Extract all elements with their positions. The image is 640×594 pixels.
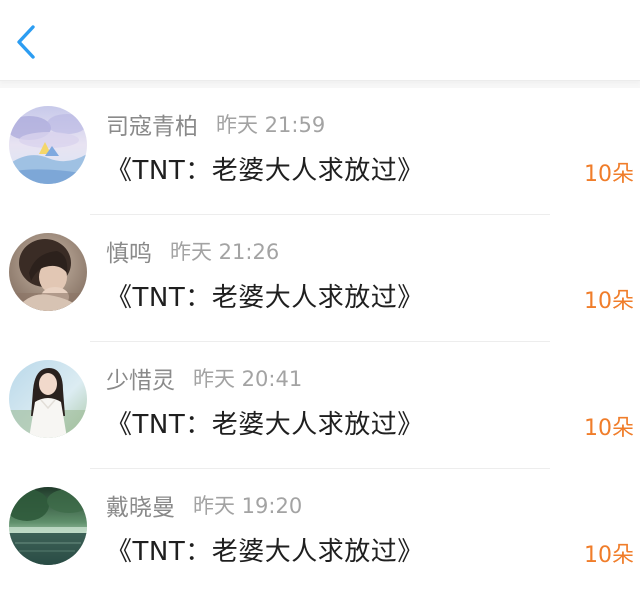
top-navigation-bar <box>0 0 640 81</box>
user-info-line: 戴晓曼 昨天 19:20 <box>106 489 302 521</box>
chevron-left-icon <box>17 25 35 59</box>
timestamp: 昨天 21:59 <box>216 113 326 137</box>
book-title[interactable]: 《TNT：老婆大人求放过》 <box>106 150 424 187</box>
user-info-line: 少惜灵 昨天 20:41 <box>106 362 302 394</box>
flower-count: 10朵 <box>584 543 634 568</box>
book-title[interactable]: 《TNT：老婆大人求放过》 <box>106 531 424 568</box>
girl-white-dress-avatar <box>9 360 87 438</box>
timestamp: 昨天 21:26 <box>170 240 280 264</box>
user-name[interactable]: 戴晓曼 <box>106 488 175 522</box>
list-item[interactable]: 慎鸣 昨天 21:26 《TNT：老婆大人求放过》 10朵 <box>0 215 640 342</box>
user-info-line: 慎鸣 昨天 21:26 <box>106 235 279 267</box>
girl-portrait-avatar <box>9 233 87 311</box>
user-info-line: 司寇青柏 昨天 21:59 <box>106 108 325 140</box>
avatar[interactable] <box>9 233 87 311</box>
flower-count: 10朵 <box>584 289 634 314</box>
book-title[interactable]: 《TNT：老婆大人求放过》 <box>106 404 424 441</box>
gift-list: 司寇青柏 昨天 21:59 《TNT：老婆大人求放过》 10朵 慎鸣 昨天 21… <box>0 88 640 594</box>
flower-count: 10朵 <box>584 416 634 441</box>
list-item[interactable]: 戴晓曼 昨天 19:20 《TNT：老婆大人求放过》 10朵 <box>0 469 640 594</box>
user-name[interactable]: 慎鸣 <box>106 234 152 268</box>
user-name[interactable]: 司寇青柏 <box>106 107 198 141</box>
timestamp: 昨天 19:20 <box>193 494 303 518</box>
avatar[interactable] <box>9 106 87 184</box>
flower-count: 10朵 <box>584 162 634 187</box>
avatar[interactable] <box>9 487 87 565</box>
avatar[interactable] <box>9 360 87 438</box>
watercolor-landscape-avatar <box>9 106 87 184</box>
back-button[interactable] <box>6 22 46 62</box>
timestamp: 昨天 20:41 <box>193 367 303 391</box>
green-lake-avatar <box>9 487 87 565</box>
list-item[interactable]: 少惜灵 昨天 20:41 《TNT：老婆大人求放过》 10朵 <box>0 342 640 469</box>
list-item[interactable]: 司寇青柏 昨天 21:59 《TNT：老婆大人求放过》 10朵 <box>0 88 640 215</box>
gift-record-page: 司寇青柏 昨天 21:59 《TNT：老婆大人求放过》 10朵 慎鸣 昨天 21… <box>0 0 640 594</box>
book-title[interactable]: 《TNT：老婆大人求放过》 <box>106 277 424 314</box>
user-name[interactable]: 少惜灵 <box>106 361 175 395</box>
